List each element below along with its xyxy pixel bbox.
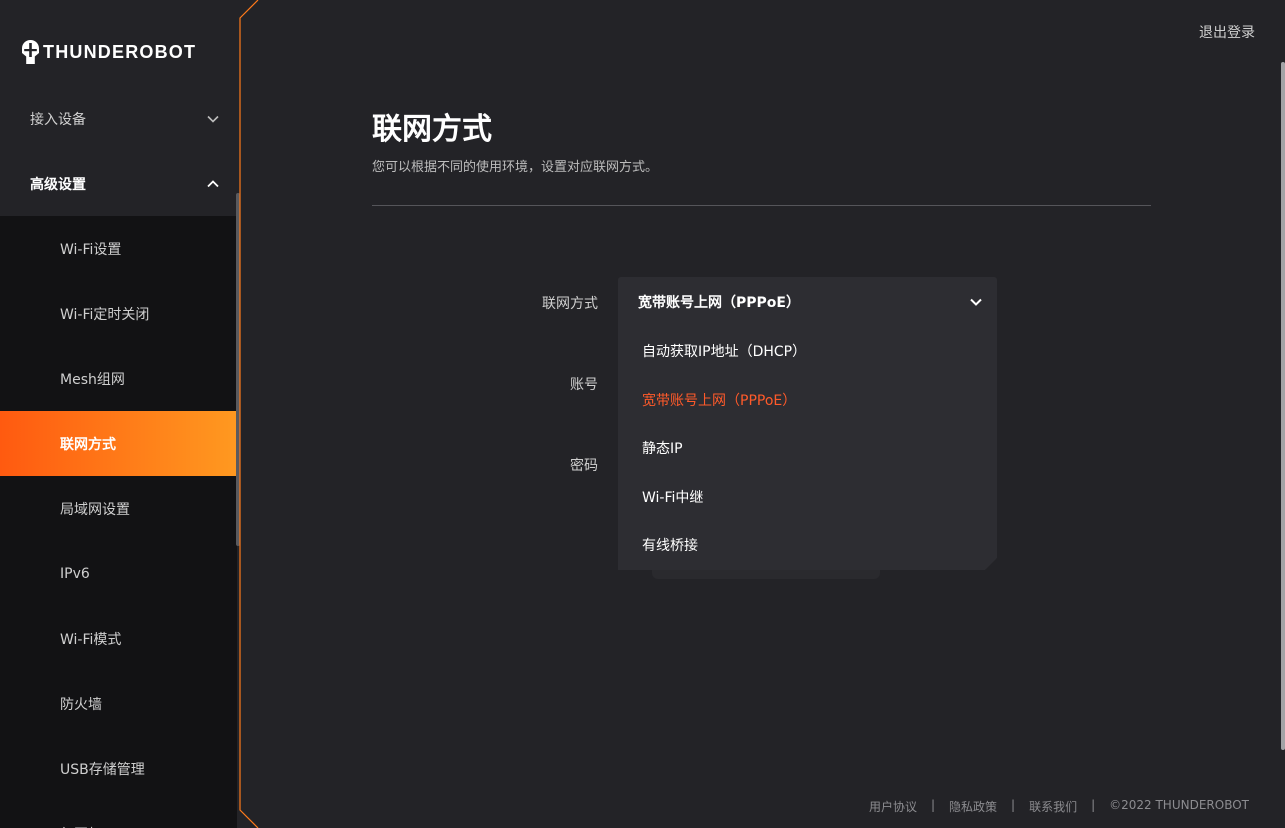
sidebar-item-ipv6[interactable]: IPv6 xyxy=(0,541,237,606)
footer-copyright: ©2022 THUNDEROBOT xyxy=(1109,798,1249,812)
brand-name: THUNDEROBOT xyxy=(43,41,197,62)
connection-mode-dropdown: 自动获取IP地址（DHCP） 宽带账号上网（PPPoE） 静态IP Wi-Fi中… xyxy=(618,326,997,570)
footer-separator: | xyxy=(1011,798,1016,812)
password-label: 密码 xyxy=(570,458,598,474)
chevron-down-icon xyxy=(970,298,982,306)
sidebar-item-mesh[interactable]: Mesh组网 xyxy=(0,346,237,411)
account-label: 账号 xyxy=(570,377,598,393)
sidebar-item-firewall[interactable]: 防火墙 xyxy=(0,671,237,736)
sidebar-item-wifi-schedule[interactable]: Wi-Fi定时关闭 xyxy=(0,281,237,346)
footer-separator: | xyxy=(930,798,935,812)
sidebar-group-connected-devices[interactable]: 接入设备 xyxy=(0,86,237,151)
advanced-settings-submenu: Wi-Fi设置 Wi-Fi定时关闭 Mesh组网 联网方式 局域网设置 IPv6… xyxy=(0,216,237,828)
page-title: 联网方式 xyxy=(372,112,492,147)
sidebar-item-lan-settings[interactable]: 局域网设置 xyxy=(0,476,237,541)
footer-link-contact-us[interactable]: 联系我们 xyxy=(1029,798,1077,815)
chevron-down-icon xyxy=(207,115,219,123)
sidebar-group-label: 接入设备 xyxy=(30,111,86,128)
sidebar-group-advanced-settings[interactable]: 高级设置 xyxy=(0,151,237,216)
page-description: 您可以根据不同的使用环境，设置对应联网方式。 xyxy=(372,160,659,175)
option-dhcp[interactable]: 自动获取IP地址（DHCP） xyxy=(618,327,997,376)
sidebar-item-connection-mode[interactable]: 联网方式 xyxy=(0,411,237,476)
sidebar-item-wifi-settings[interactable]: Wi-Fi设置 xyxy=(0,216,237,281)
option-wifi-repeater[interactable]: Wi-Fi中继 xyxy=(618,473,997,522)
sidebar-item-usb-storage[interactable]: USB存储管理 xyxy=(0,736,237,801)
frame-accent xyxy=(239,0,259,828)
sidebar: THUNDEROBOT 接入设备 高级设置 Wi-Fi设置 Wi-Fi定时关闭 … xyxy=(0,0,237,828)
option-wired-bridge[interactable]: 有线桥接 xyxy=(618,521,997,570)
sidebar-item-ambient-light[interactable]: 氛围灯 xyxy=(0,801,237,828)
footer-separator: | xyxy=(1091,798,1096,812)
select-value: 宽带账号上网（PPPoE） xyxy=(638,294,800,311)
connection-mode-label: 联网方式 xyxy=(542,296,598,312)
main-scrollbar[interactable] xyxy=(1281,62,1285,750)
connection-mode-select[interactable]: 宽带账号上网（PPPoE） xyxy=(618,277,997,326)
chevron-up-icon xyxy=(207,179,219,187)
footer-link-user-agreement[interactable]: 用户协议 xyxy=(869,798,917,815)
footer-link-privacy-policy[interactable]: 隐私政策 xyxy=(949,798,997,815)
password-input-edge[interactable] xyxy=(652,570,880,579)
option-pppoe[interactable]: 宽带账号上网（PPPoE） xyxy=(618,376,997,425)
footer: 用户协议 | 隐私政策 | 联系我们 | ©2022 THUNDEROBOT xyxy=(869,798,1249,815)
sidebar-item-wifi-mode[interactable]: Wi-Fi模式 xyxy=(0,606,237,671)
option-static-ip[interactable]: 静态IP xyxy=(618,424,997,473)
thunderobot-logo-icon xyxy=(22,40,39,64)
sidebar-group-label: 高级设置 xyxy=(30,176,86,193)
title-divider xyxy=(372,205,1151,206)
logout-link[interactable]: 退出登录 xyxy=(1199,22,1255,42)
brand-logo[interactable]: THUNDEROBOT xyxy=(22,40,196,64)
